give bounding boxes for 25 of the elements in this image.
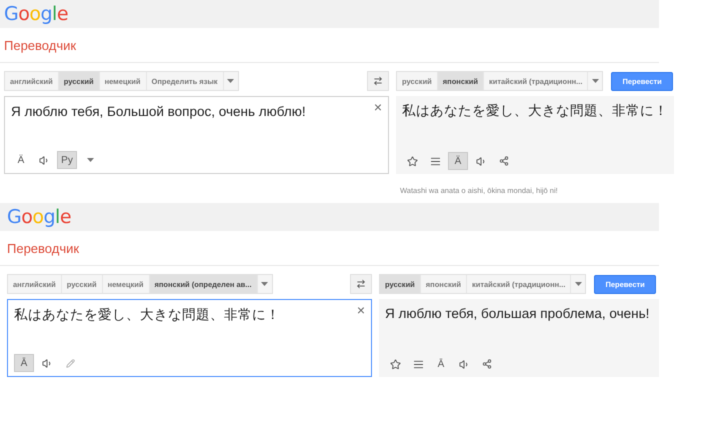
source-text-field[interactable]: Я люблю тебя, Большой вопрос, очень люблю! × Ä Ру [4,96,389,174]
caret-icon [592,79,599,83]
swap-icon [373,76,383,86]
swap-button[interactable] [350,274,372,294]
clear-button[interactable]: × [374,99,382,115]
swap-button[interactable] [367,71,389,91]
logo: Google [4,3,68,25]
caret-icon [227,79,234,83]
app-title: Переводчик [7,240,80,256]
transliterate-toggle[interactable]: Ä [11,151,31,169]
caret-icon [261,282,268,286]
source-text: 私はあなたを愛し、大きな問題、非常に！ [14,306,281,324]
transliterate-toggle[interactable]: Ā [431,355,451,373]
source-text: Я люблю тебя, Большой вопрос, очень люблю! [11,103,307,121]
result-text: 私はあなたを愛し、大きな問題、非常に！ [402,102,668,120]
swap-icon [356,279,366,289]
caret-icon [574,282,582,286]
transliterate-toggle[interactable]: Ä [448,152,468,170]
source-text-field[interactable]: 私はあなたを愛し、大きな問題、非常に！ × Ā [7,299,372,377]
app-title: Переводчик [4,38,76,52]
clear-button[interactable]: × [356,302,365,318]
result-text: Я люблю тебя, большая проблема, очень! [385,305,650,323]
transliterate-toggle[interactable]: Ā [14,354,34,372]
logo: Google [7,206,72,228]
transliterate-toggle[interactable]: Ру [57,151,77,169]
